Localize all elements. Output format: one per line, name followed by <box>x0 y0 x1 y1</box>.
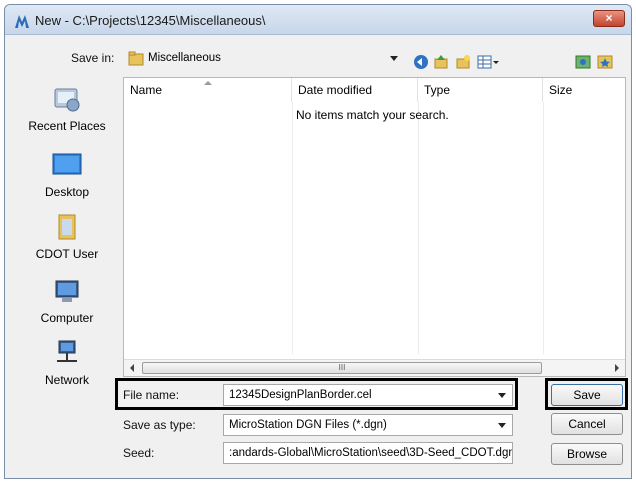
view-menu-icon[interactable] <box>477 54 501 70</box>
back-icon[interactable] <box>413 54 429 70</box>
sort-arrow-icon <box>204 81 212 85</box>
place-cdot-user[interactable]: CDOT User <box>15 211 119 261</box>
place-recent-places[interactable]: Recent Places <box>15 83 119 133</box>
place-label: CDOT User <box>35 247 99 261</box>
cancel-button[interactable]: Cancel <box>551 413 623 435</box>
save-as-type-dropdown[interactable]: MicroStation DGN Files (*.dgn) <box>223 414 513 436</box>
computer-icon <box>55 280 79 302</box>
seed-value: :andards-Global\MicroStation\seed\3D-See… <box>229 447 513 459</box>
seed-input[interactable]: :andards-Global\MicroStation\seed\3D-See… <box>223 442 513 464</box>
save-as-type-value: MicroStation DGN Files (*.dgn) <box>229 419 387 431</box>
file-name-label: File name: <box>123 388 180 402</box>
title-bar[interactable]: New - C:\Projects\12345\Miscellaneous\ × <box>5 5 631 35</box>
place-label: Network <box>44 373 89 387</box>
up-folder-icon[interactable] <box>433 54 449 70</box>
place-label: Recent Places <box>28 119 106 133</box>
desktop-icon <box>52 153 82 175</box>
place-network[interactable]: Network <box>15 337 119 387</box>
column-divider <box>292 102 293 354</box>
scroll-right-icon[interactable] <box>615 364 619 372</box>
close-button[interactable]: × <box>593 10 625 27</box>
file-name-value: 12345DesignPlanBorder.cel <box>229 389 372 401</box>
chevron-down-icon <box>390 56 398 61</box>
column-header-date-modified[interactable]: Date modified <box>292 78 418 102</box>
place-desktop[interactable]: Desktop <box>15 149 119 199</box>
folder-icon <box>128 51 144 66</box>
save-in-label: Save in: <box>71 51 115 65</box>
new-file-dialog: New - C:\Projects\12345\Miscellaneous\ ×… <box>4 4 632 479</box>
column-divider <box>543 102 544 354</box>
save-in-value: Miscellaneous <box>148 52 221 64</box>
favorites-icon[interactable] <box>597 54 613 70</box>
network-icon <box>57 340 77 362</box>
seed-label: Seed: <box>123 446 155 460</box>
places-bar: Recent Places Desktop CDOT User Computer <box>15 77 119 397</box>
column-divider <box>418 102 419 354</box>
microstation-logo-icon <box>15 15 29 28</box>
place-label: Desktop <box>44 185 90 199</box>
horizontal-scrollbar[interactable]: III <box>124 359 625 376</box>
column-header-type[interactable]: Type <box>418 78 543 102</box>
scroll-thumb[interactable]: III <box>142 362 542 374</box>
save-button[interactable]: Save <box>551 384 623 406</box>
browse-button[interactable]: Browse <box>551 443 623 465</box>
column-header-size[interactable]: Size <box>543 78 625 102</box>
user-folder-icon <box>58 214 76 240</box>
place-computer[interactable]: Computer <box>15 275 119 325</box>
save-in-dropdown[interactable]: Miscellaneous <box>123 47 405 69</box>
chevron-down-icon <box>498 423 506 428</box>
network-icon[interactable] <box>575 54 591 70</box>
window-title: New - C:\Projects\12345\Miscellaneous\ <box>35 13 266 28</box>
file-name-input[interactable]: 12345DesignPlanBorder.cel <box>223 384 513 406</box>
scroll-left-icon[interactable] <box>130 364 134 372</box>
chevron-down-icon <box>498 393 506 398</box>
save-as-type-label: Save as type: <box>123 418 196 432</box>
recent-places-icon <box>54 88 80 112</box>
place-label: Computer <box>40 311 94 325</box>
new-folder-icon[interactable] <box>455 54 471 70</box>
empty-message: No items match your search. <box>296 108 449 122</box>
file-list[interactable]: Name Date modified Type Size No items ma… <box>123 77 626 377</box>
